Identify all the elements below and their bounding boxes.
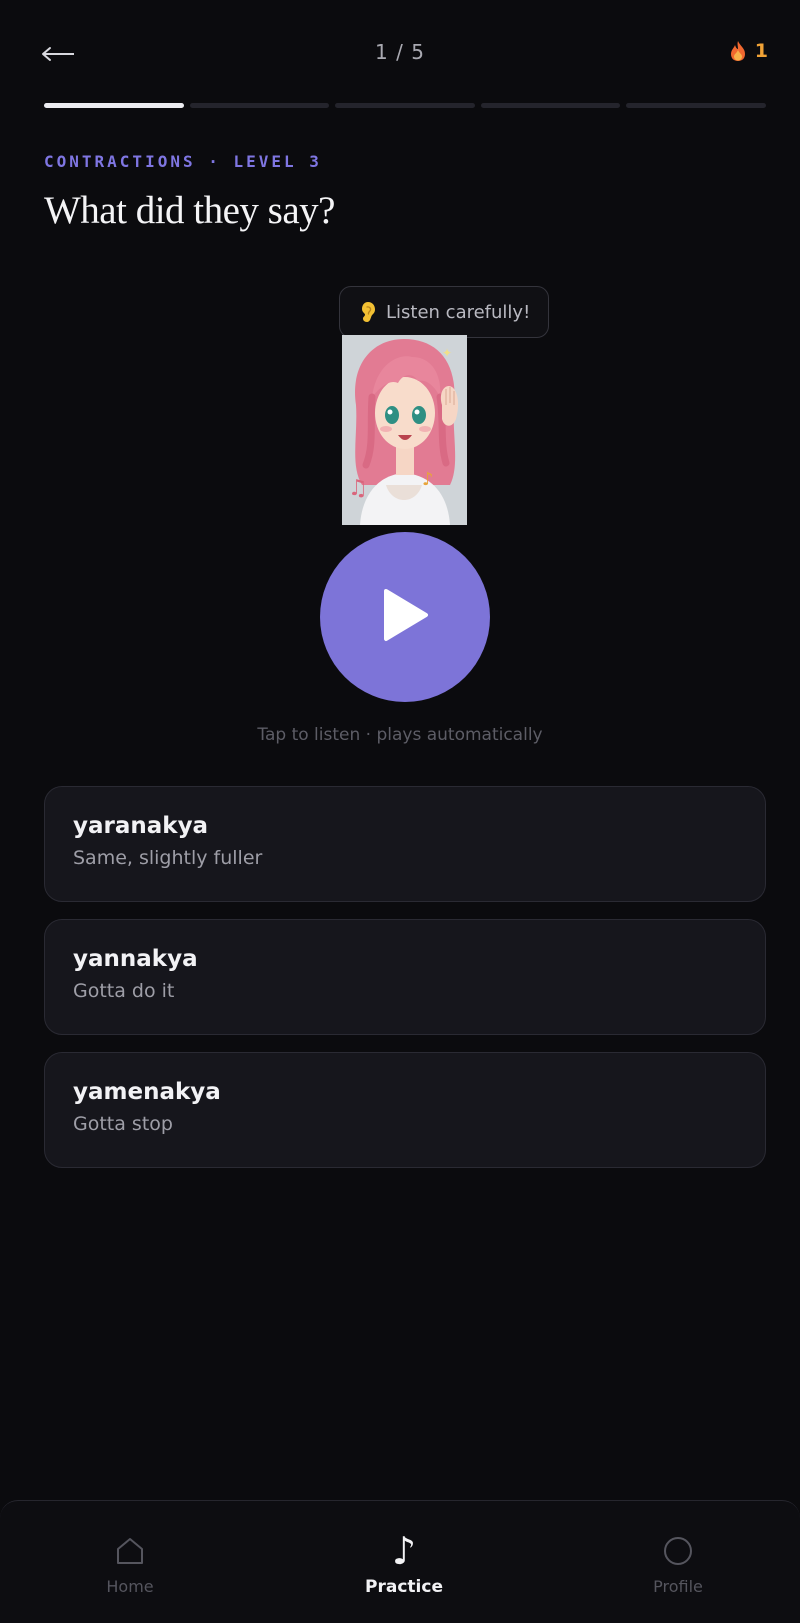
answer-gloss: Gotta stop [73,1113,173,1135]
play-icon [380,587,430,647]
nav-label-profile: Profile [653,1577,703,1596]
streak-badge: 1 [729,40,768,62]
nav-item-practice[interactable]: ♪ Practice [334,1531,474,1597]
answer-word: yaranakya [73,813,209,839]
answer-word: yamenakya [73,1079,221,1105]
progress-segment-5 [626,103,766,108]
progress-segment-3 [335,103,475,108]
lesson-progress-bar [44,103,766,109]
progress-segment-4 [480,103,621,108]
progress-segment-2 [189,103,330,108]
answer-gloss: Same, slightly fuller [73,847,263,869]
answer-word: yannakya [73,946,198,972]
answer-option[interactable]: yannakya Gotta do it [44,919,766,1035]
top-bar: 1 / 5 1 [0,0,800,100]
profile-circle-icon [662,1531,694,1571]
character-illustration: ♫ ♪ ✦ [342,335,467,525]
home-icon [115,1531,145,1571]
progress-segment-1 [44,103,184,108]
answer-options: yaranakya Same, slightly fuller yannakya… [44,786,766,1185]
question-counter: 1 / 5 [375,40,425,64]
answer-option[interactable]: yaranakya Same, slightly fuller [44,786,766,902]
bottom-navigation: Home ♪ Practice Profile [0,1500,800,1623]
speech-bubble: Listen carefully! [339,286,550,338]
answer-option[interactable]: yamenakya Gotta stop [44,1052,766,1168]
speech-text: Listen carefully! [386,301,531,323]
svg-text:♪: ♪ [422,469,434,490]
flame-icon [729,40,747,62]
answer-gloss: Gotta do it [73,980,175,1002]
play-hint-text: Tap to listen · plays automatically [257,725,543,745]
play-audio-button[interactable] [320,532,490,702]
music-note-icon: ♪ [391,1529,417,1573]
nav-label-home: Home [106,1577,154,1596]
svg-text:♫: ♫ [348,476,368,501]
nav-label-practice: Practice [365,1577,443,1597]
ear-icon [360,301,376,323]
lesson-category-label: CONTRACTIONS · LEVEL 3 [44,152,322,171]
svg-text:✦: ✦ [442,346,452,360]
anime-girl-listening-illustration: ♫ ♪ ✦ [342,335,467,525]
nav-item-profile[interactable]: Profile [608,1531,748,1596]
streak-count: 1 [754,40,768,62]
question-title: What did they say? [44,189,335,232]
nav-item-home[interactable]: Home [60,1531,200,1596]
